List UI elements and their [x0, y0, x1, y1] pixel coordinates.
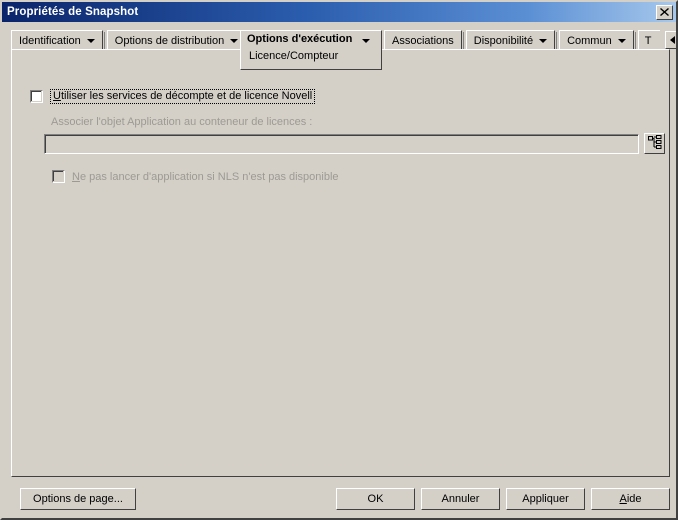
- cancel-button-label: Annuler: [441, 493, 480, 505]
- page-options-button[interactable]: Options de page...: [20, 488, 136, 510]
- help-button[interactable]: Aide: [591, 488, 670, 510]
- no-launch-label-rest: e pas lancer d'application si NLS n'est …: [79, 170, 339, 183]
- tab-options-de-distribution[interactable]: Options de distribution: [106, 30, 249, 51]
- tree-browse-icon: [647, 135, 662, 152]
- page-options-button-label: Options de page...: [33, 493, 123, 505]
- assoc-browse-button[interactable]: [644, 133, 665, 154]
- assoc-container-input[interactable]: [44, 134, 639, 154]
- tab-disponibilite-label: Disponibilité: [473, 35, 534, 47]
- tab-subtab-licence-compteur[interactable]: Licence/Compteur: [249, 50, 338, 62]
- ok-button-label: OK: [367, 493, 384, 505]
- tab-disponibilite[interactable]: Disponibilité: [465, 30, 558, 51]
- tab-options-d-execution-label: Options d'exécution: [247, 33, 353, 45]
- tab-commun[interactable]: Commun: [559, 30, 636, 51]
- tab-partial-label: T: [644, 35, 652, 47]
- tab-partial-clipped[interactable]: T: [637, 30, 660, 51]
- tab-identification-label: Identification: [19, 35, 81, 47]
- tab-content-panel: Utiliser les services de décompte et de …: [11, 49, 670, 477]
- dialog-button-bar: Options de page... OK Annuler Appliquer …: [2, 480, 676, 518]
- chevron-down-icon: [230, 39, 239, 43]
- no-launch-checkbox-label: Ne pas lancer d'application si NLS n'est…: [72, 171, 339, 183]
- tab-scroll-buttons: [664, 31, 676, 49]
- close-button[interactable]: [656, 4, 673, 20]
- tab-associations-label: Associations: [392, 35, 454, 47]
- no-launch-checkbox: [52, 170, 65, 183]
- close-icon: [660, 8, 669, 16]
- no-launch-accelerator: N: [72, 170, 80, 183]
- chevron-down-icon: [539, 39, 548, 43]
- use-nls-checkbox-row[interactable]: Utiliser les services de décompte et de …: [30, 89, 316, 104]
- use-nls-checkbox[interactable]: [30, 90, 43, 103]
- tab-options-d-execution[interactable]: Options d'exécution Licence/Compteur: [240, 30, 382, 70]
- title-bar[interactable]: Propriétés de Snapshot: [2, 2, 676, 22]
- ok-button[interactable]: OK: [336, 488, 415, 510]
- tab-scroll-left-button[interactable]: [664, 31, 676, 49]
- use-nls-label-rest: tiliser les services de décompte et de l…: [60, 90, 313, 102]
- assoc-container-label: Associer l'objet Application au conteneu…: [51, 116, 313, 128]
- tab-identification[interactable]: Identification: [11, 30, 105, 51]
- properties-dialog-window: Propriétés de Snapshot Identification Op…: [0, 0, 678, 520]
- no-launch-checkbox-row: Ne pas lancer d'application si NLS n'est…: [52, 170, 339, 183]
- help-accelerator: A: [619, 493, 627, 505]
- help-button-label: ide: [626, 493, 642, 505]
- window-title: Propriétés de Snapshot: [7, 6, 139, 18]
- chevron-down-icon: [86, 39, 95, 43]
- apply-button[interactable]: Appliquer: [506, 488, 585, 510]
- apply-button-label: Appliquer: [522, 493, 569, 505]
- arrow-left-icon: [670, 36, 676, 44]
- chevron-down-icon: [617, 39, 626, 43]
- tab-options-de-distribution-label: Options de distribution: [114, 35, 225, 47]
- chevron-down-icon: [362, 39, 370, 43]
- cancel-button[interactable]: Annuler: [421, 488, 500, 510]
- tab-associations[interactable]: Associations: [384, 30, 464, 51]
- use-nls-accelerator: U: [53, 90, 61, 102]
- use-nls-checkbox-label[interactable]: Utiliser les services de décompte et de …: [50, 89, 316, 104]
- tab-commun-label: Commun: [567, 35, 612, 47]
